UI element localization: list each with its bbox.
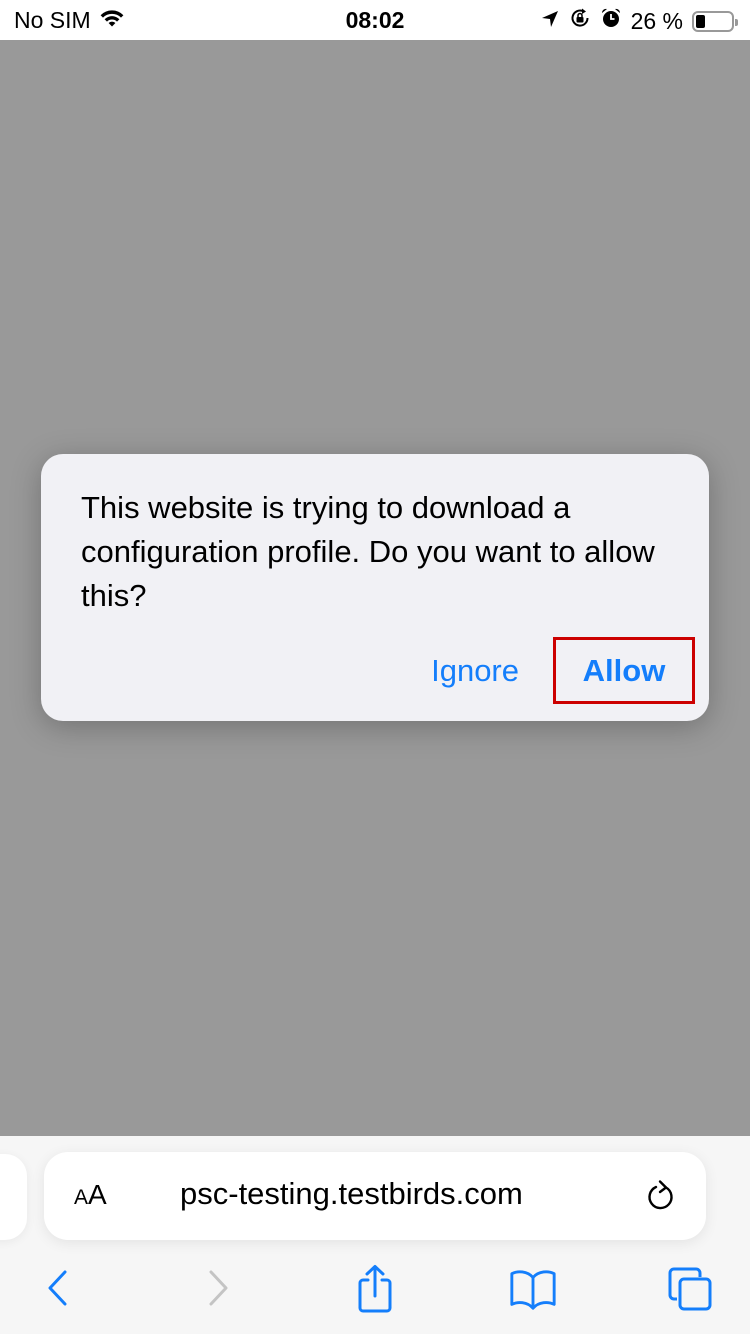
reload-icon[interactable]	[644, 1178, 678, 1214]
book-icon	[510, 1270, 556, 1310]
text-size-large-glyph: A	[88, 1179, 107, 1210]
chevron-left-icon	[48, 1270, 67, 1306]
url-text[interactable]: psc-testing.testbirds.com	[180, 1176, 523, 1212]
battery-nub	[735, 18, 738, 26]
alert-message: This website is trying to download a con…	[81, 490, 655, 613]
alert-actions: Ignore Allow	[431, 637, 695, 704]
orientation-lock-icon	[569, 7, 591, 35]
bookmarks-button[interactable]	[508, 1264, 558, 1314]
share-icon	[358, 1265, 392, 1313]
text-size-button[interactable]: AA	[74, 1179, 107, 1211]
text-size-small-glyph: A	[74, 1186, 89, 1209]
address-bar[interactable]: AA psc-testing.testbirds.com	[44, 1152, 706, 1240]
download-profile-alert: This website is trying to download a con…	[41, 454, 709, 721]
share-button[interactable]	[350, 1264, 400, 1314]
battery-icon	[692, 10, 738, 32]
location-arrow-icon	[540, 8, 560, 35]
previous-tab-address-bar[interactable]	[0, 1154, 27, 1240]
battery-percent: 26 %	[630, 7, 683, 34]
alarm-icon	[600, 7, 622, 35]
battery-level	[696, 14, 705, 28]
allow-button[interactable]: Allow	[553, 637, 695, 704]
status-bar: No SIM 08:02 26 %	[0, 0, 750, 40]
safari-bottom-bar: AA psc-testing.testbirds.com	[0, 1136, 750, 1334]
forward-button[interactable]	[193, 1264, 243, 1314]
tabs-button[interactable]	[665, 1264, 715, 1314]
ignore-button[interactable]: Ignore	[431, 653, 553, 689]
status-right: 26 %	[540, 7, 738, 35]
bottom-toolbar	[0, 1256, 750, 1326]
back-button[interactable]	[33, 1264, 83, 1314]
chevron-right-icon	[209, 1270, 228, 1306]
tabs-icon	[668, 1267, 712, 1311]
